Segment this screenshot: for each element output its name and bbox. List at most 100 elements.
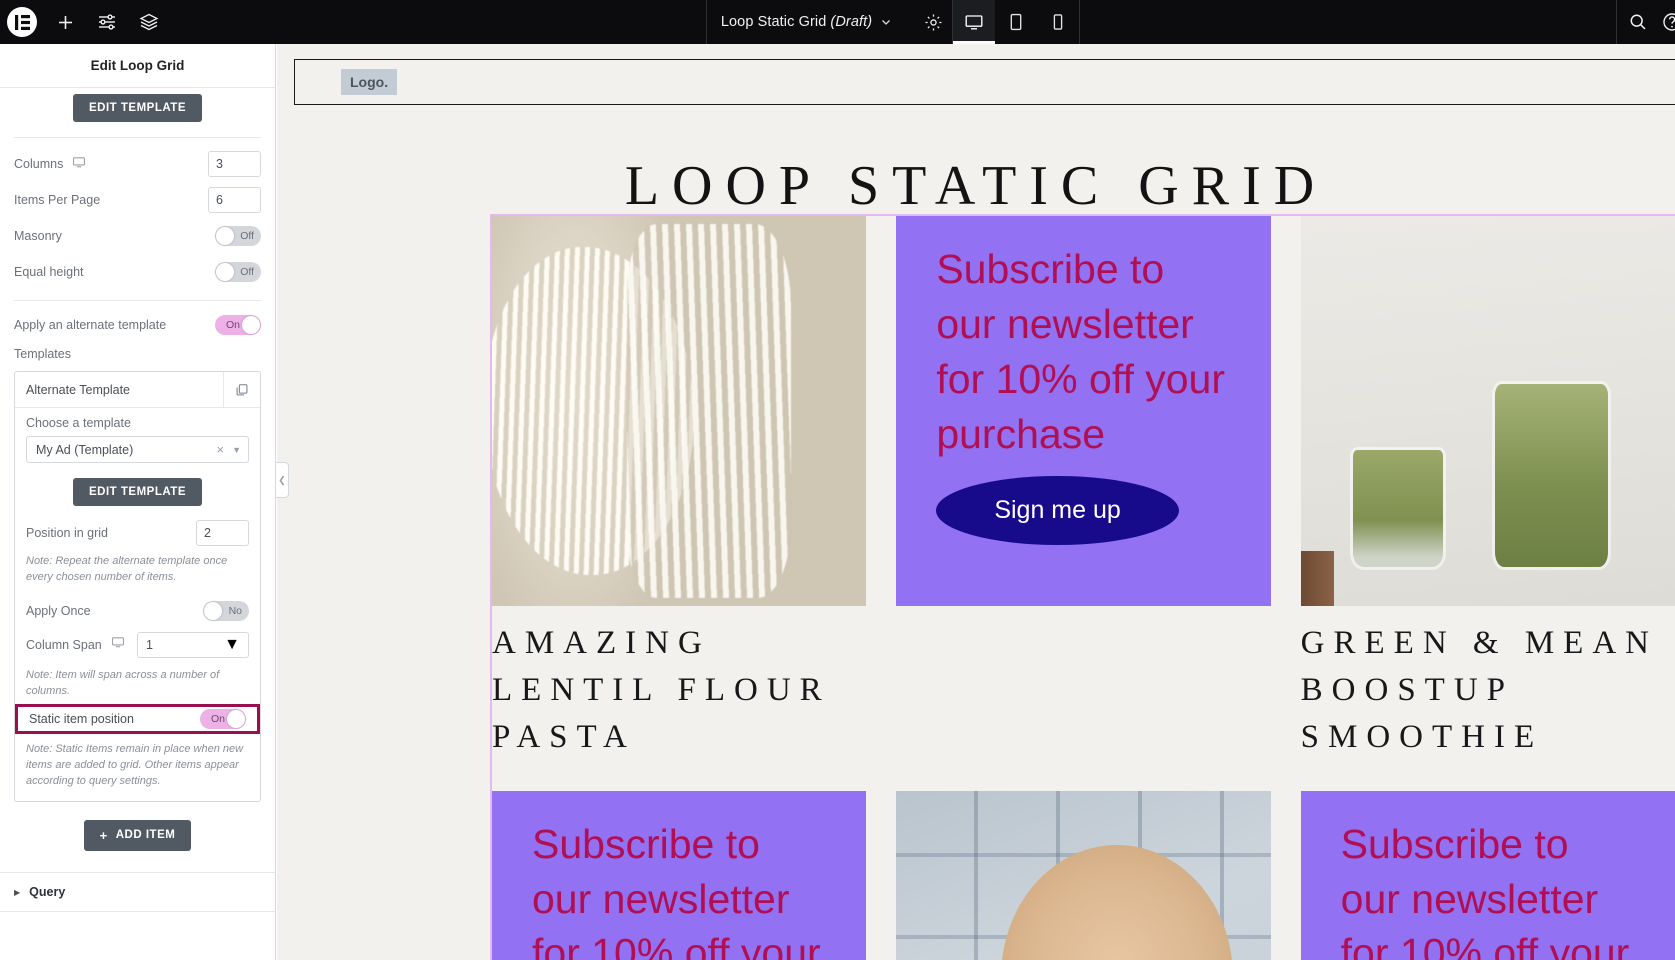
top-toolbar: Loop Static Grid (Draft) xyxy=(0,0,1675,44)
choose-template-select[interactable]: My Ad (Template) × ▼ xyxy=(26,436,249,463)
loop-grid: AMAZING LENTIL FLOUR PASTA Subscribe to … xyxy=(492,216,1675,960)
ad-template-card: Subscribe to our newsletter for 10% off … xyxy=(1300,790,1675,960)
edit-template-top-button[interactable]: EDIT TEMPLATE xyxy=(72,94,202,122)
list-item[interactable] xyxy=(896,790,1271,960)
apply-once-toggle[interactable]: No xyxy=(203,600,249,621)
list-item[interactable]: Subscribe to our newsletter for 10% off … xyxy=(896,216,1271,761)
clear-x-icon[interactable]: × xyxy=(216,442,232,457)
device-desktop-button[interactable] xyxy=(953,0,996,44)
gear-icon[interactable] xyxy=(914,0,952,44)
list-item[interactable]: Subscribe to our newsletter for 10% off … xyxy=(492,790,867,960)
donut-photo xyxy=(896,790,1271,960)
masonry-toggle-state: Off xyxy=(240,230,254,242)
position-in-grid-label: Position in grid xyxy=(26,526,108,540)
equal-height-row: Equal height Off xyxy=(0,254,275,290)
document-group: Loop Static Grid (Draft) xyxy=(707,0,914,44)
panel-collapse-handle[interactable]: ❮ xyxy=(276,462,289,498)
desktop-icon[interactable] xyxy=(72,155,86,174)
masonry-label: Masonry xyxy=(14,229,62,243)
ad-headline: Subscribe to our newsletter for 10% off … xyxy=(936,246,1226,457)
chevron-down-icon[interactable] xyxy=(872,0,900,44)
masonry-toggle[interactable]: Off xyxy=(215,226,261,246)
loop-grid-widget[interactable]: AMAZING LENTIL FLOUR PASTA Subscribe to … xyxy=(490,214,1675,960)
sign-me-up-button[interactable]: Sign me up xyxy=(936,475,1179,545)
device-mobile-button[interactable] xyxy=(1037,0,1079,44)
list-item[interactable]: AMAZING LENTIL FLOUR PASTA xyxy=(492,216,867,761)
templates-repeater: Alternate Template Choose a template My … xyxy=(14,371,261,802)
ad-template-card: Subscribe to our newsletter for 10% off … xyxy=(492,790,867,960)
caret-down-icon[interactable]: ▼ xyxy=(232,445,241,455)
alternate-template-toggle[interactable]: On xyxy=(215,315,261,335)
divider xyxy=(14,137,261,138)
duplicate-icon[interactable] xyxy=(223,371,260,408)
document-title: Loop Static Grid (Draft) xyxy=(720,14,873,30)
sliders-icon[interactable] xyxy=(86,0,128,44)
columns-label: Columns xyxy=(14,157,64,171)
list-item[interactable]: Subscribe to our newsletter for 10% off … xyxy=(1300,790,1675,960)
static-item-position-toggle-state: On xyxy=(211,712,226,725)
editor-canvas: Logo. LOOP STATIC GRID AMAZING LENTIL FL… xyxy=(277,44,1675,960)
ad-headline: Subscribe to our newsletter for 10% off … xyxy=(1340,820,1630,960)
ad-headline: Subscribe to our newsletter for 10% off … xyxy=(532,820,821,960)
choose-template-label: Choose a template xyxy=(26,416,131,430)
search-icon[interactable] xyxy=(1617,0,1659,44)
templates-label-row: Templates xyxy=(0,341,275,367)
site-logo[interactable]: Logo. xyxy=(341,69,398,95)
query-section-label: Query xyxy=(29,885,66,899)
list-item[interactable]: GREEN & MEAN BOOSTUP SMOOTHIE xyxy=(1300,216,1675,761)
sidebar-section-query[interactable]: ▶ Query xyxy=(0,872,275,912)
repeater-item-header[interactable]: Alternate Template xyxy=(15,371,260,408)
position-in-grid-note: Note: Repeat the alternate template once… xyxy=(26,555,228,583)
elementor-logo-button[interactable] xyxy=(0,0,44,44)
edit-template-wrap: EDIT TEMPLATE xyxy=(26,478,249,506)
add-item-button[interactable]: + ADD ITEM xyxy=(83,819,192,851)
alternate-template-row: Apply an alternate template On xyxy=(0,309,275,341)
document-status: (Draft) xyxy=(830,14,873,30)
templates-label: Templates xyxy=(14,347,71,361)
help-circle-icon[interactable] xyxy=(1659,0,1675,44)
apply-once-label: Apply Once xyxy=(26,603,91,618)
product-title: GREEN & MEAN BOOSTUP SMOOTHIE xyxy=(1300,625,1658,755)
divider xyxy=(14,300,261,301)
items-per-page-input[interactable] xyxy=(208,187,261,213)
equal-height-toggle-state: Off xyxy=(240,266,254,278)
column-span-value: 1 xyxy=(146,637,153,652)
device-tablet-button[interactable] xyxy=(995,0,1037,44)
column-span-note: Note: Item will span across a number of … xyxy=(26,668,220,697)
toggle-knob xyxy=(216,263,234,281)
site-header-section[interactable]: Logo. xyxy=(294,59,1675,105)
equal-height-label: Equal height xyxy=(14,265,84,279)
ad-template-card: Subscribe to our newsletter for 10% off … xyxy=(896,216,1271,606)
columns-label-group: Columns xyxy=(14,155,208,174)
add-item-wrap: + ADD ITEM xyxy=(0,819,275,851)
static-item-position-toggle[interactable]: On xyxy=(200,708,246,729)
static-item-position-label: Static item position xyxy=(29,711,134,726)
panel-header: Edit Loop Grid xyxy=(0,44,275,88)
choose-template-value: My Ad (Template) xyxy=(36,442,134,457)
elementor-logo-icon xyxy=(7,7,37,37)
edit-template-button[interactable]: EDIT TEMPLATE xyxy=(72,478,202,506)
caret-down-icon[interactable]: ▼ xyxy=(224,636,240,654)
equal-height-toggle[interactable]: Off xyxy=(215,262,261,282)
add-element-button[interactable] xyxy=(44,0,86,44)
page-heading: LOOP STATIC GRID xyxy=(624,155,1328,217)
items-per-page-row: Items Per Page xyxy=(0,182,275,218)
toggle-knob xyxy=(204,601,222,620)
panel-body: EDIT TEMPLATE Columns Items Per Page Mas… xyxy=(0,94,275,960)
layers-icon[interactable] xyxy=(128,0,170,44)
toolbar-spacer-left xyxy=(170,0,706,44)
apply-once-toggle-state: No xyxy=(228,604,242,617)
repeater-item-body: Choose a template My Ad (Template) × ▼ E… xyxy=(15,408,260,801)
alternate-template-label: Apply an alternate template xyxy=(14,318,167,332)
toggle-knob xyxy=(216,227,234,245)
chevron-left-icon: ❮ xyxy=(278,474,286,485)
items-per-page-label: Items Per Page xyxy=(14,193,101,207)
page-title: Edit Loop Grid xyxy=(90,58,185,73)
column-span-select[interactable]: 1 ▼ xyxy=(137,631,249,658)
position-in-grid-input[interactable] xyxy=(196,520,249,546)
product-title: AMAZING LENTIL FLOUR PASTA xyxy=(492,625,831,755)
masonry-row: Masonry Off xyxy=(0,218,275,254)
column-span-label: Column Span xyxy=(26,637,102,652)
desktop-icon[interactable] xyxy=(111,635,125,654)
columns-input[interactable] xyxy=(208,151,261,177)
